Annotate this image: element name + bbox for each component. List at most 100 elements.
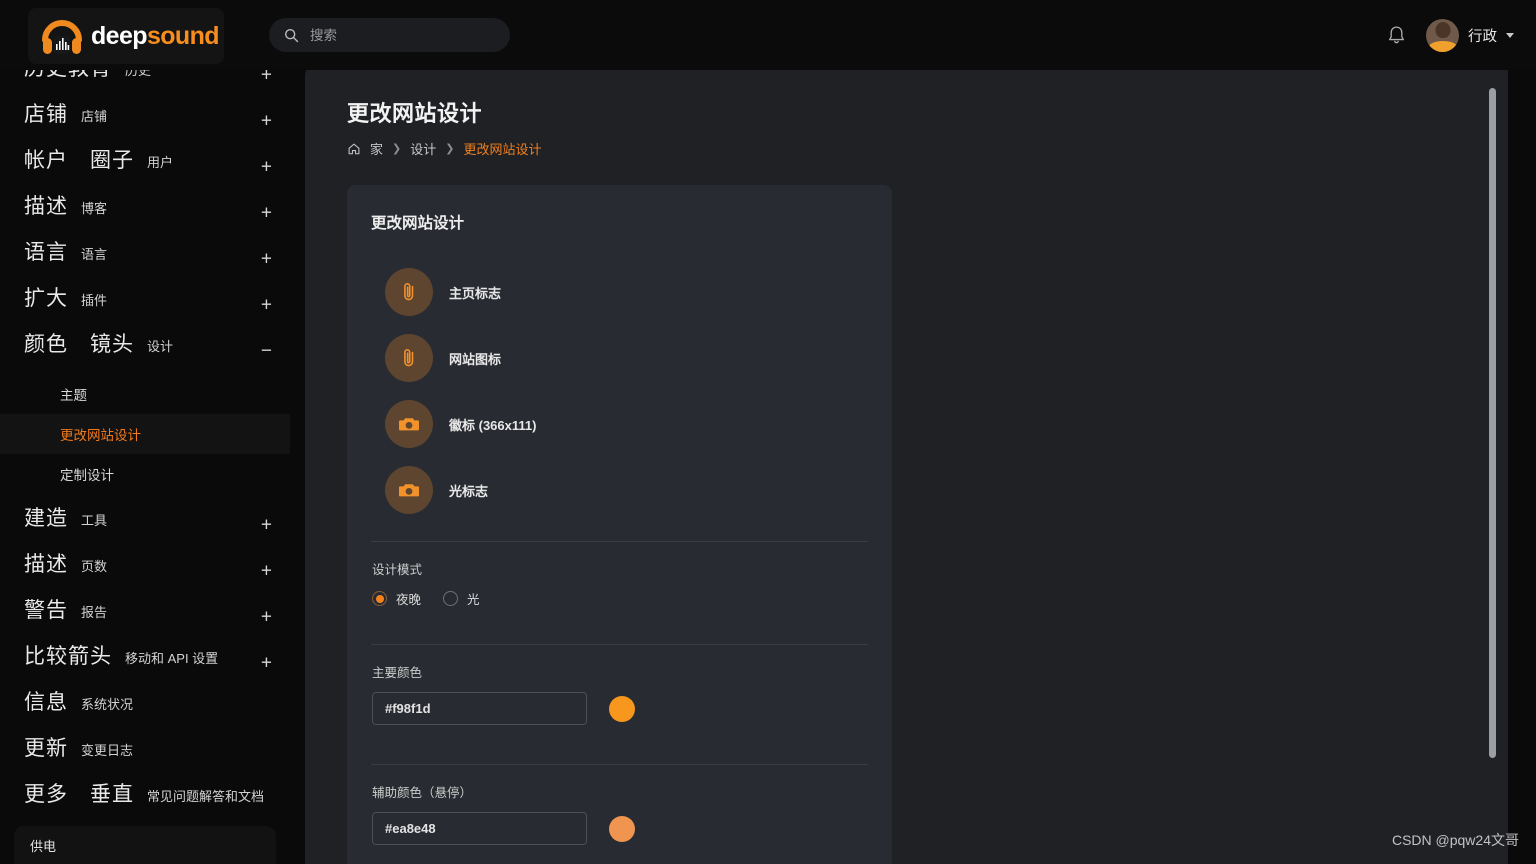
sidebar-divider [290, 0, 305, 864]
sidebar-item-system-status-label: 信息 [24, 691, 68, 714]
breadcrumb-item-design[interactable]: 设计 [410, 139, 436, 158]
sidebar-item-design-toggle-icon[interactable]: − [261, 342, 272, 361]
sidebar-item-changelog-label: 更新 [24, 737, 68, 760]
camera-icon-2 [385, 466, 433, 514]
sidebar-item-pages-sublabel: 页数 [81, 559, 108, 574]
headphones-logo-icon [42, 20, 82, 54]
breadcrumb-separator-icon: ❯ [392, 143, 402, 155]
sidebar-subitem-theme[interactable]: 主题 [0, 374, 290, 414]
sidebar-item-1-label: 店铺 [24, 103, 68, 126]
sidebar-item-design-label: 颜色 镜头 [24, 333, 134, 356]
sidebar-item-reports-sublabel: 报告 [81, 605, 108, 620]
sidebar-item-1-sublabel: 店铺 [81, 109, 108, 124]
sidebar-item-design[interactable]: 颜色 镜头 设计 − [0, 328, 290, 374]
sidebar-item-4-sublabel: 语言 [81, 247, 108, 262]
avatar-face [1435, 21, 1450, 38]
upload-label-emblem: 徽标 (366x111) [449, 417, 537, 433]
secondary-color-swatch[interactable] [609, 815, 635, 842]
sidebar-item-2-label: 帐户 圈子 [24, 149, 134, 172]
content-scrollbar-thumb[interactable] [1489, 88, 1496, 758]
brand-name-accent: sound [146, 21, 220, 50]
radio-label-night: 夜晚 [396, 593, 422, 607]
sidebar-item-3-toggle-icon[interactable]: + [261, 204, 272, 223]
sidebar-item-5-toggle-icon[interactable]: + [261, 296, 272, 315]
top-bar: deepsound 行政 [0, 0, 1536, 70]
sidebar-item-reports-label: 警告 [24, 599, 68, 622]
sidebar-item-3-sublabel: 博客 [81, 201, 108, 216]
breadcrumb-item-current: 更改网站设计 [463, 142, 542, 157]
secondary-color-input[interactable] [372, 812, 587, 845]
search-icon [284, 28, 299, 42]
secondary-color-line [372, 812, 868, 864]
sidebar-item-mobile-api-toggle-icon[interactable]: + [261, 654, 272, 673]
sidebar-subitem-custom-design[interactable]: 定制设计 [0, 454, 290, 494]
sidebar-item-reports[interactable]: 警告 报告 + [0, 594, 290, 640]
chevron-down-icon[interactable] [1506, 32, 1514, 38]
sidebar-item-mobile-api[interactable]: 比较箭头 移动和 API 设置 + [0, 640, 290, 686]
sidebar-item-changelog-sublabel: 变更日志 [81, 743, 134, 758]
brand-logo[interactable]: deepsound [28, 8, 224, 64]
breadcrumb-item-home[interactable]: 家 [370, 139, 383, 158]
sidebar-item-changelog[interactable]: 更新 变更日志 [0, 732, 290, 778]
sidebar-item-mobile-api-label: 比较箭头 [24, 645, 112, 668]
radio-dot-night[interactable] [372, 591, 387, 606]
sidebar-item-design-sublabel: 设计 [147, 339, 174, 354]
design-settings-card: 更改网站设计 主页标志 网站图标 徽标 (366x111) 光标志 设计模式 夜… [347, 185, 892, 864]
sidebar-item-1[interactable]: 店铺 店铺 + [0, 98, 290, 144]
primary-color-input[interactable] [372, 692, 587, 725]
sidebar-nav: 历史教育 历史 + 店铺 店铺 + 帐户 圈子 用户 + 描述 博客 + 语言 … [0, 0, 290, 834]
user-menu[interactable]: 行政 [1426, 18, 1514, 52]
sidebar-item-5[interactable]: 扩大 插件 + [0, 282, 290, 328]
notification-bell-icon[interactable] [1387, 25, 1406, 46]
radio-design-mode-night[interactable]: 夜晚 [372, 589, 421, 608]
paperclip-icon [385, 268, 433, 316]
primary-color-swatch[interactable] [609, 695, 635, 722]
design-mode-label: 设计模式 [372, 563, 423, 577]
sidebar-item-4-toggle-icon[interactable]: + [261, 250, 272, 269]
sidebar-item-mobile-api-sublabel: 移动和 API 设置 [125, 651, 219, 666]
sidebar-item-4[interactable]: 语言 语言 + [0, 236, 290, 282]
upload-row-emblem[interactable]: 徽标 (366x111) [371, 391, 868, 457]
brand-name: deepsound [91, 21, 220, 50]
sidebar-item-tools[interactable]: 建造 工具 + [0, 502, 290, 548]
upload-row-favicon[interactable]: 网站图标 [371, 325, 868, 391]
upload-row-home-logo[interactable]: 主页标志 [371, 259, 868, 325]
sidebar-item-4-label: 语言 [24, 241, 68, 264]
sidebar-item-pages-label: 描述 [24, 553, 68, 576]
user-name: 行政 [1468, 28, 1497, 45]
radio-label-light: 光 [467, 593, 480, 607]
sidebar-item-system-status[interactable]: 信息 系统状况 [0, 686, 290, 732]
radio-design-mode-light[interactable]: 光 [443, 589, 480, 608]
radio-dot-light[interactable] [443, 591, 459, 606]
sidebar-item-2[interactable]: 帐户 圈子 用户 + [0, 144, 290, 190]
sidebar-footer-card: 供电 [14, 826, 276, 864]
sidebar-item-3-label: 描述 [24, 195, 68, 218]
avatar [1426, 18, 1459, 52]
sidebar-item-tools-sublabel: 工具 [81, 513, 108, 528]
upload-label-favicon: 网站图标 [449, 351, 502, 367]
sidebar-item-pages[interactable]: 描述 页数 + [0, 548, 290, 594]
sidebar-item-tools-toggle-icon[interactable]: + [261, 516, 272, 535]
sidebar-item-tools-label: 建造 [24, 507, 68, 530]
search-box[interactable] [269, 18, 510, 52]
content-scrollbar-track[interactable] [1489, 74, 1502, 856]
sidebar-item-reports-toggle-icon[interactable]: + [261, 608, 272, 627]
card-title: 更改网站设计 [371, 215, 465, 232]
secondary-color-group: 辅助颜色（悬停） [371, 765, 868, 864]
sidebar-item-2-toggle-icon[interactable]: + [261, 158, 272, 177]
upload-label-home-logo: 主页标志 [449, 285, 502, 301]
paperclip-icon-2 [385, 334, 433, 382]
upload-row-light-logo[interactable]: 光标志 [371, 457, 868, 523]
avatar-body [1427, 40, 1458, 52]
home-icon[interactable] [347, 142, 361, 156]
sidebar-subitem-change-site-design[interactable]: 更改网站设计 [0, 414, 290, 454]
camera-icon [385, 400, 433, 448]
primary-color-group: 主要颜色 [371, 645, 868, 746]
secondary-color-label: 辅助颜色（悬停） [372, 786, 473, 800]
sidebar-item-pages-toggle-icon[interactable]: + [261, 562, 272, 581]
sidebar-item-1-toggle-icon[interactable]: + [261, 112, 272, 131]
design-mode-radios: 夜晚 光 [372, 589, 868, 626]
sidebar-item-3[interactable]: 描述 博客 + [0, 190, 290, 236]
sidebar-item-5-label: 扩大 [24, 287, 68, 310]
search-input[interactable] [310, 27, 490, 43]
